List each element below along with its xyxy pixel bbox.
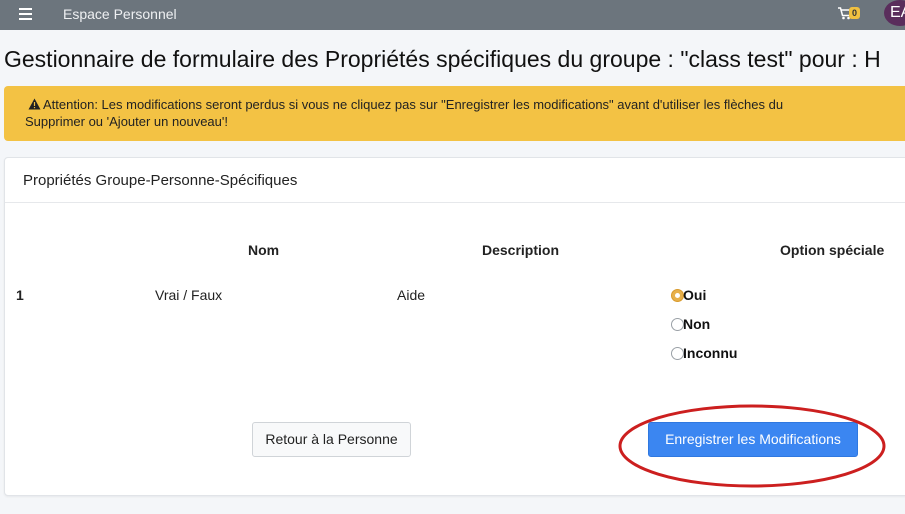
row-number: 1 <box>16 287 24 303</box>
warning-triangle-icon <box>28 98 41 110</box>
row-description: Aide <box>397 287 426 303</box>
card-title: Propriétés Groupe-Personne-Spécifiques <box>23 172 298 189</box>
alert-text-line1: Attention: Les modifications seront perd… <box>43 97 784 112</box>
cart-count-badge: 0 <box>849 7 861 19</box>
back-to-person-button[interactable]: Retour à la Personne <box>252 422 411 457</box>
column-header-description: Description <box>482 242 560 258</box>
row-nom: Vrai / Faux <box>155 287 223 303</box>
save-changes-button[interactable]: Enregistrer les Modifications <box>648 422 858 457</box>
column-header-option: Option spéciale <box>780 242 885 258</box>
alert-text-line2: Supprimer ou 'Ajouter un nouveau'! <box>25 114 228 129</box>
radio-label-inconnu: Inconnu <box>683 345 738 361</box>
properties-card: Propriétés Groupe-Personne-Spécifiques N… <box>4 157 905 496</box>
hamburger-menu-icon[interactable] <box>19 8 32 20</box>
warning-alert: Attention: Les modifications seront perd… <box>4 86 905 141</box>
radio-label-non: Non <box>683 316 711 332</box>
user-avatar[interactable]: EA <box>884 0 905 26</box>
top-navbar: Espace Personnel 0 EA <box>0 0 905 30</box>
cart-button[interactable]: 0 <box>838 6 866 24</box>
page-title: Gestionnaire de formulaire des Propriété… <box>4 46 881 72</box>
card-header: Propriétés Groupe-Personne-Spécifiques <box>5 158 905 203</box>
radio-label-oui: Oui <box>683 287 707 303</box>
column-header-nom: Nom <box>248 242 280 258</box>
navbar-brand[interactable]: Espace Personnel <box>63 6 177 22</box>
